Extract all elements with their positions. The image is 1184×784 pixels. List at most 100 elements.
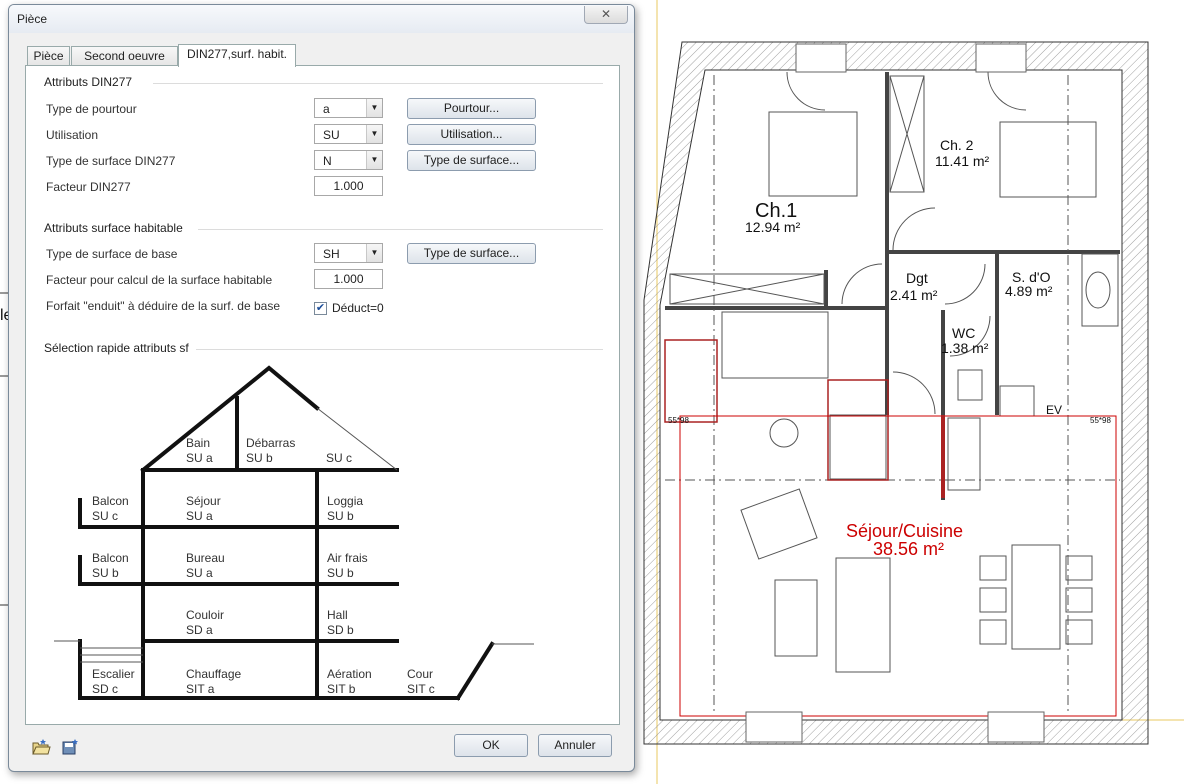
room-label-air-frais[interactable]: Air frais SU b [327,551,368,581]
room-label-code: SU a [186,509,213,523]
room-label-hall[interactable]: Hall SD b [327,608,354,638]
ok-button[interactable]: OK [454,734,528,757]
title-bar[interactable]: Pièce ✕ [9,5,634,33]
pourtour-select[interactable]: a ▼ [314,98,383,118]
pourtour-button[interactable]: Pourtour... [407,98,536,119]
tab-din277[interactable]: DIN277,surf. habit. [178,44,296,67]
window-tag-left: 55*98 [668,416,689,425]
dialog-title: Pièce [17,12,48,26]
room-label-name: Couloir [186,608,225,622]
room-label-code: SD b [327,623,354,637]
utilisation-label: Utilisation [46,128,99,142]
tab-panel: Attributs DIN277 Type de pourtour a ▼ Pou… [25,65,620,725]
cancel-button[interactable]: Annuler [538,734,612,757]
room-label-aeration[interactable]: Aération SIT b [327,667,372,697]
room-sdo-name: S. d'O [1012,269,1051,285]
tab-piece[interactable]: Pièce [27,46,70,67]
window-tag-right: 55*98 [1090,416,1111,425]
room-label-attic[interactable]: SU c [326,451,352,466]
room-label-escalier[interactable]: Escalier SD c [92,667,135,697]
room-wc-name: WC [952,325,976,341]
group-divider [196,349,603,350]
room-sejour-name: Séjour/Cuisine [846,521,964,541]
room-label-name: Balcon [92,494,129,508]
room-label-couloir[interactable]: Couloir SD a [186,608,224,638]
group-divider [153,83,603,84]
close-button[interactable]: ✕ [584,6,628,24]
room-label-name: Aération [327,667,372,681]
utilisation-select[interactable]: SU ▼ [314,124,383,144]
room-label-chauffage[interactable]: Chauffage SIT a [186,667,241,697]
dropdown-arrow-icon[interactable]: ▼ [366,151,382,169]
surface-type-select[interactable]: N ▼ [314,150,383,170]
pourtour-value: a [323,102,330,116]
room-label-name: Loggia [327,494,364,508]
surface-type-value: N [323,154,332,168]
forfait-label: Forfait "enduit" à déduire de la surf. d… [46,299,280,313]
quick-select-title: Sélection rapide attributs sf [44,341,189,355]
din-factor-input[interactable]: 1.000 [314,176,383,196]
room-label-sejour[interactable]: Séjour SU a [186,494,221,524]
room-label-code: SD a [186,623,213,637]
din-factor-label: Facteur DIN277 [46,180,131,194]
room-label-code: SIT a [186,682,215,696]
hab-factor-input[interactable]: 1.000 [314,269,383,289]
room-label-balcon-b[interactable]: Balcon SU b [92,551,129,581]
surface-type-button[interactable]: Type de surface... [407,150,536,171]
save-favorite-icon[interactable] [61,738,81,756]
deduct-checkbox[interactable]: ✔ [314,302,327,315]
room-label-debarras[interactable]: Débarras SU b [246,436,295,466]
room-dgt-name: Dgt [906,270,928,286]
room-ch1-name: Ch.1 [755,200,798,222]
room-label-name: Bureau [186,551,225,565]
room-label-cour[interactable]: Cour SIT c [407,667,435,697]
room-label-name: Cour [407,667,434,681]
room-ch2-area: 11.41 m² [935,153,990,169]
room-label-bain[interactable]: Bain SU a [186,436,213,466]
room-label-code: SU b [327,566,354,580]
room-wc-area: 1.38 m² [941,340,989,356]
base-type-select[interactable]: SH ▼ [314,243,383,263]
room-label-name: Hall [327,608,348,622]
utilisation-value: SU [323,128,340,142]
base-type-button[interactable]: Type de surface... [407,243,536,264]
habitable-group-title: Attributs surface habitable [44,221,183,235]
dropdown-arrow-icon[interactable]: ▼ [366,244,382,262]
room-label-code: SU c [326,451,353,465]
piece-dialog: Pièce ✕ Pièce Second oeuvre DIN277,surf.… [8,4,635,772]
room-ch2-name: Ch. 2 [940,137,974,153]
sink-tag: EV [1046,403,1063,417]
utilisation-button[interactable]: Utilisation... [407,124,536,145]
room-label-code: SIT c [407,682,435,696]
room-label-code: SIT b [327,682,356,696]
pourtour-label: Type de pourtour [46,102,137,116]
tab-second-oeuvre[interactable]: Second oeuvre [71,46,178,67]
deduct-label[interactable]: Déduct=0 [332,301,384,315]
surface-type-label: Type de surface DIN277 [46,154,176,168]
base-type-label: Type de surface de base [46,247,178,261]
room-label-name: Balcon [92,551,129,565]
room-label-name: Débarras [246,436,296,450]
room-label-balcon-c[interactable]: Balcon SU c [92,494,129,524]
dropdown-arrow-icon[interactable]: ▼ [366,99,382,117]
room-label-code: SU a [186,566,213,580]
room-label-bureau[interactable]: Bureau SU a [186,551,225,581]
room-label-loggia[interactable]: Loggia SU b [327,494,363,524]
room-label-name: Bain [186,436,211,450]
open-folder-icon[interactable] [31,738,51,756]
din277-group-title: Attributs DIN277 [44,75,133,89]
room-label-code: SU b [92,566,119,580]
dropdown-arrow-icon[interactable]: ▼ [366,125,382,143]
room-label-name: Escalier [92,667,135,681]
room-label-code: SU b [246,451,273,465]
room-label-code: SD c [92,682,119,696]
room-label-code: SU c [92,509,119,523]
room-label-name: Air frais [327,551,368,565]
room-label-name: Chauffage [186,667,242,681]
room-label-name: Séjour [186,494,221,508]
hab-factor-label: Facteur pour calcul de la surface habita… [46,273,273,287]
room-dgt-area: 2.41 m² [890,287,938,303]
building-section-diagram[interactable] [26,356,619,706]
room-ch1-area: 12.94 m² [745,219,801,235]
group-divider [198,229,603,230]
